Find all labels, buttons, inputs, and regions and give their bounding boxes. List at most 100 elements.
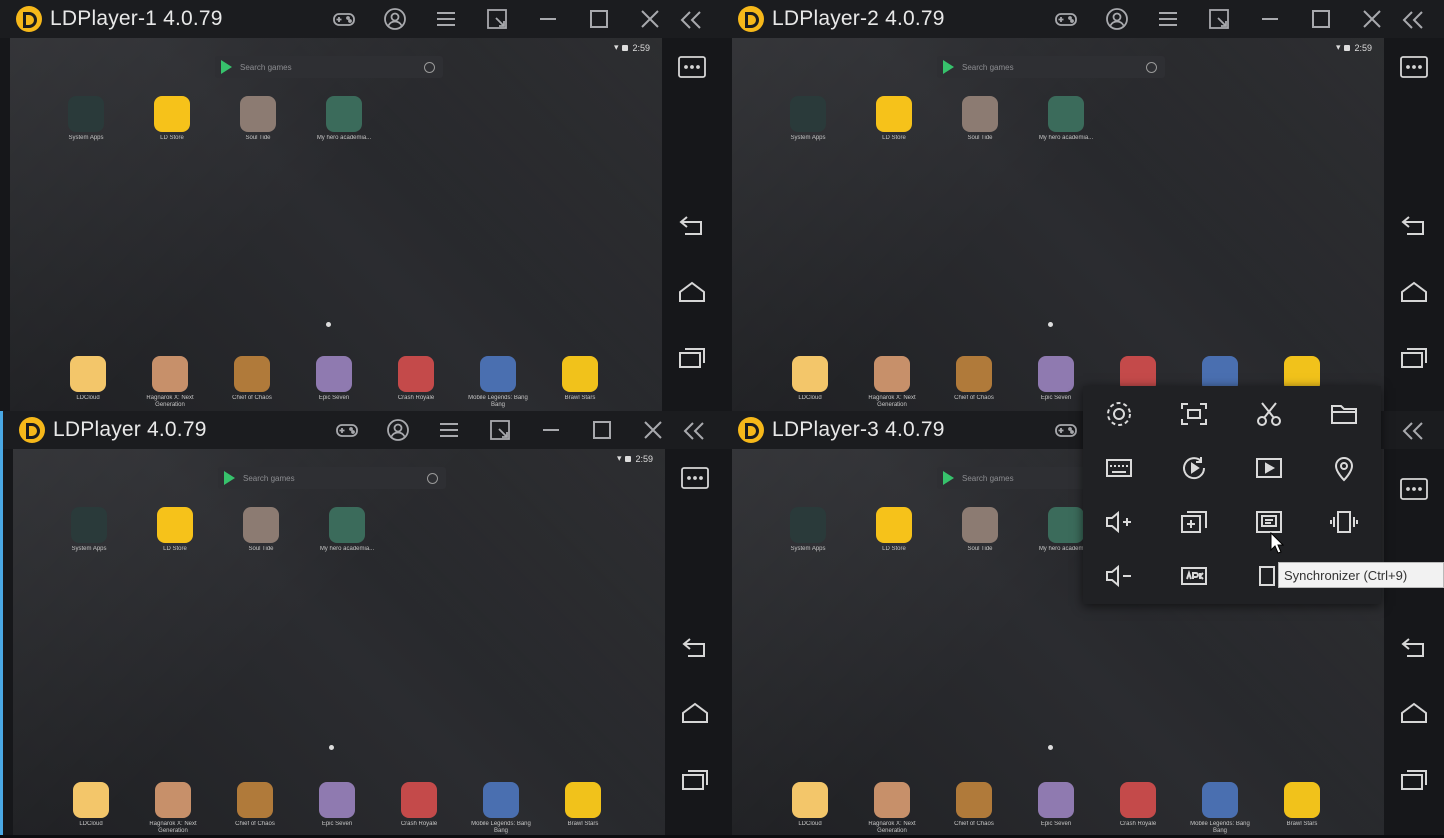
title-bar[interactable]: LDPlayer-2 4.0.79 bbox=[722, 0, 1444, 38]
recent-apps-icon[interactable] bbox=[679, 765, 711, 793]
app-shortcut[interactable]: Chief of Chaos bbox=[216, 356, 288, 409]
maximize-icon[interactable] bbox=[573, 0, 624, 38]
apk-install-icon[interactable] bbox=[1176, 560, 1212, 592]
volume-down-icon[interactable] bbox=[1101, 560, 1137, 592]
keyboard-icon[interactable] bbox=[1101, 452, 1137, 484]
more-options-icon[interactable] bbox=[679, 464, 711, 492]
app-shortcut[interactable]: LD Store bbox=[136, 96, 208, 149]
app-shortcut[interactable]: Brawl Stars bbox=[1266, 782, 1338, 835]
recent-apps-icon[interactable] bbox=[1398, 765, 1430, 793]
app-shortcut[interactable]: Mobile Legends: Bang Bang bbox=[1184, 782, 1256, 835]
home-icon[interactable] bbox=[1398, 278, 1430, 306]
app-shortcut[interactable]: Ragnarok X: Next Generation bbox=[856, 356, 928, 409]
app-shortcut[interactable]: My hero academia... bbox=[308, 96, 380, 149]
app-shortcut[interactable]: Epic Seven bbox=[301, 782, 373, 835]
app-shortcut[interactable]: Ragnarok X: Next Generation bbox=[134, 356, 206, 409]
more-options-icon[interactable] bbox=[1398, 53, 1430, 81]
search-bar[interactable]: Search games bbox=[218, 467, 446, 489]
settings-icon[interactable] bbox=[1101, 398, 1137, 430]
gamepad-icon[interactable] bbox=[1040, 0, 1091, 38]
recent-apps-icon[interactable] bbox=[676, 343, 708, 371]
scissors-icon[interactable] bbox=[1251, 398, 1287, 430]
app-shortcut[interactable]: Crash Royale bbox=[380, 356, 452, 409]
maximize-icon[interactable] bbox=[576, 411, 627, 449]
app-shortcut[interactable]: Epic Seven bbox=[1020, 356, 1092, 409]
back-icon[interactable] bbox=[679, 633, 711, 661]
app-shortcut[interactable]: LD Store bbox=[858, 96, 930, 149]
gamepad-icon[interactable] bbox=[321, 411, 372, 449]
collapse-sidebar-icon[interactable] bbox=[676, 8, 706, 32]
menu-icon[interactable] bbox=[420, 0, 471, 38]
app-shortcut[interactable]: Crash Royale bbox=[1102, 782, 1174, 835]
app-shortcut[interactable]: LDCloud bbox=[774, 356, 846, 409]
app-shortcut[interactable]: Mobile Legends: Bang Bang bbox=[465, 782, 537, 835]
screen-resize-icon[interactable] bbox=[1193, 0, 1244, 38]
shake-icon[interactable] bbox=[1326, 506, 1362, 538]
app-shortcut[interactable]: System Apps bbox=[772, 96, 844, 149]
close-icon[interactable] bbox=[1346, 0, 1397, 38]
app-shortcut[interactable]: LD Store bbox=[858, 507, 930, 560]
add-window-icon[interactable] bbox=[1176, 506, 1212, 538]
app-shortcut[interactable]: Chief of Chaos bbox=[938, 782, 1010, 835]
app-shortcut[interactable]: Mobile Legends: Bang Bang bbox=[462, 356, 534, 409]
more-options-icon[interactable] bbox=[676, 53, 708, 81]
menu-icon[interactable] bbox=[1142, 0, 1193, 38]
app-shortcut[interactable]: Ragnarok X: Next Generation bbox=[137, 782, 209, 835]
app-shortcut[interactable]: Crash Royale bbox=[383, 782, 455, 835]
home-icon[interactable] bbox=[676, 278, 708, 306]
app-shortcut[interactable]: Soul Tide bbox=[225, 507, 297, 560]
volume-up-icon[interactable] bbox=[1101, 506, 1137, 538]
home-icon[interactable] bbox=[679, 699, 711, 727]
minimize-icon[interactable] bbox=[525, 411, 576, 449]
app-shortcut[interactable]: Epic Seven bbox=[298, 356, 370, 409]
app-shortcut[interactable]: LDCloud bbox=[774, 782, 846, 835]
app-shortcut[interactable]: Brawl Stars bbox=[544, 356, 616, 409]
app-shortcut[interactable]: Ragnarok X: Next Generation bbox=[856, 782, 928, 835]
android-home-screen[interactable]: ▾2:59 Search games System Apps LD Store So… bbox=[10, 38, 662, 411]
minimize-icon[interactable] bbox=[1244, 0, 1295, 38]
close-icon[interactable] bbox=[627, 411, 678, 449]
app-shortcut[interactable]: Brawl Stars bbox=[547, 782, 619, 835]
screen-resize-icon[interactable] bbox=[471, 0, 522, 38]
app-shortcut[interactable]: Chief of Chaos bbox=[938, 356, 1010, 409]
account-icon[interactable] bbox=[1091, 0, 1142, 38]
title-bar[interactable]: LDPlayer-1 4.0.79 bbox=[0, 0, 722, 38]
app-shortcut[interactable]: My hero academia... bbox=[1030, 96, 1102, 149]
collapse-sidebar-icon[interactable] bbox=[1398, 8, 1428, 32]
collapse-sidebar-icon[interactable] bbox=[1398, 419, 1428, 443]
app-shortcut[interactable]: LDCloud bbox=[52, 356, 124, 409]
app-shortcut[interactable]: System Apps bbox=[772, 507, 844, 560]
video-icon[interactable] bbox=[1251, 452, 1287, 484]
app-shortcut[interactable]: Epic Seven bbox=[1020, 782, 1092, 835]
minimize-icon[interactable] bbox=[522, 0, 573, 38]
app-shortcut[interactable]: Soul Tide bbox=[944, 507, 1016, 560]
app-shortcut[interactable]: System Apps bbox=[53, 507, 125, 560]
account-icon[interactable] bbox=[369, 0, 420, 38]
folder-icon[interactable] bbox=[1326, 398, 1362, 430]
account-icon[interactable] bbox=[372, 411, 423, 449]
android-home-screen[interactable]: ▾2:59 Search games System Apps LD Store So… bbox=[13, 449, 665, 835]
home-icon[interactable] bbox=[1398, 699, 1430, 727]
screenshot-icon[interactable] bbox=[1176, 398, 1212, 430]
back-icon[interactable] bbox=[1398, 633, 1430, 661]
app-shortcut[interactable]: My hero academia... bbox=[311, 507, 383, 560]
search-bar[interactable]: Search games bbox=[215, 56, 443, 78]
app-shortcut[interactable]: Soul Tide bbox=[944, 96, 1016, 149]
collapse-sidebar-icon[interactable] bbox=[679, 419, 709, 443]
recent-apps-icon[interactable] bbox=[1398, 343, 1430, 371]
app-shortcut[interactable]: Chief of Chaos bbox=[219, 782, 291, 835]
screen-resize-icon[interactable] bbox=[474, 411, 525, 449]
menu-icon[interactable] bbox=[423, 411, 474, 449]
back-icon[interactable] bbox=[1398, 211, 1430, 239]
title-bar[interactable]: LDPlayer 4.0.79 bbox=[3, 411, 722, 449]
gamepad-icon[interactable] bbox=[318, 0, 369, 38]
app-shortcut[interactable]: LDCloud bbox=[55, 782, 127, 835]
more-options-icon[interactable] bbox=[1398, 475, 1430, 503]
close-icon[interactable] bbox=[624, 0, 675, 38]
location-icon[interactable] bbox=[1326, 452, 1362, 484]
app-shortcut[interactable]: LD Store bbox=[139, 507, 211, 560]
app-shortcut[interactable]: System Apps bbox=[50, 96, 122, 149]
app-shortcut[interactable]: Soul Tide bbox=[222, 96, 294, 149]
maximize-icon[interactable] bbox=[1295, 0, 1346, 38]
android-home-screen[interactable]: ▾2:59 Search games System Apps LD Store So… bbox=[732, 38, 1384, 411]
